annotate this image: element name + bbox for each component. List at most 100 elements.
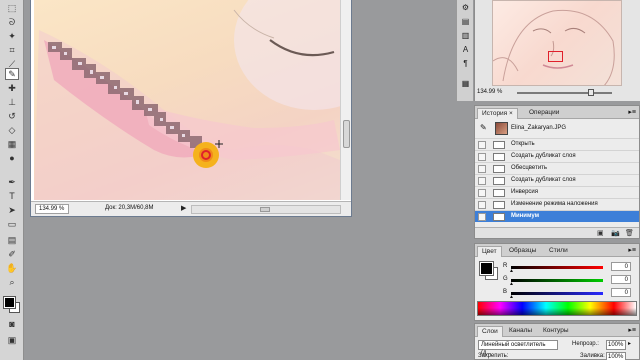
- blue-value-field[interactable]: 0: [611, 288, 631, 297]
- navigator-view-box[interactable]: [548, 51, 563, 62]
- opacity-field[interactable]: 100%: [606, 340, 626, 350]
- pen-icon[interactable]: ✒: [5, 176, 19, 188]
- slider-knob-icon[interactable]: ▲: [509, 294, 514, 300]
- history-step[interactable]: Создать дубликат слоя: [475, 150, 639, 162]
- vertical-scroll-thumb[interactable]: [343, 120, 350, 148]
- history-brush-icon[interactable]: ↺: [5, 110, 19, 122]
- new-document-from-state-icon[interactable]: ▣: [597, 229, 604, 237]
- tab-actions[interactable]: Операции: [525, 108, 563, 119]
- tab-paths[interactable]: Контуры: [539, 326, 573, 337]
- gradient-icon[interactable]: ▦: [5, 138, 19, 150]
- opacity-label: Непрозр.:: [572, 341, 599, 347]
- dock-button-6[interactable]: ▦: [460, 78, 471, 89]
- paragraph-panel-button[interactable]: ¶: [460, 58, 471, 69]
- close-icon[interactable]: ×: [509, 110, 513, 117]
- history-snapshot[interactable]: ✎ Elina_Zakaryan.JPG: [475, 120, 639, 137]
- red-value-field[interactable]: 0: [611, 262, 631, 271]
- type-icon[interactable]: T: [5, 190, 19, 202]
- history-checkbox[interactable]: [478, 165, 486, 173]
- panel-dock-strip: ⚙ ▤ ▥ A ¶ ▦: [456, 0, 473, 101]
- layers-panel: Слои Каналы Контуры ▸≡ Линейный осветлит…: [474, 323, 640, 360]
- lasso-icon[interactable]: ᘐ: [5, 16, 19, 28]
- history-footer: ▣ 📷 🗑: [475, 227, 639, 238]
- history-step[interactable]: Создать дубликат слоя: [475, 174, 639, 186]
- red-slider[interactable]: [511, 266, 603, 269]
- slider-knob-icon[interactable]: ▲: [509, 268, 514, 274]
- new-snapshot-icon[interactable]: 📷: [611, 229, 620, 237]
- history-step-icon: [493, 213, 505, 221]
- dodge-icon[interactable]: ●: [5, 152, 19, 164]
- path-select-icon[interactable]: ➤: [5, 204, 19, 216]
- history-step-label: Создать дубликат слоя: [511, 153, 576, 159]
- tab-history[interactable]: История ×: [477, 108, 518, 119]
- history-step[interactable]: Инверсия: [475, 186, 639, 198]
- green-slider[interactable]: [511, 279, 603, 282]
- horizontal-scroll-thumb[interactable]: [260, 207, 270, 212]
- history-checkbox[interactable]: [478, 153, 486, 161]
- quick-mask-icon[interactable]: ◙: [5, 318, 19, 330]
- image-canvas[interactable]: [34, 0, 340, 200]
- dock-button-3[interactable]: ▥: [460, 30, 471, 41]
- navigator-thumbnail[interactable]: [492, 0, 622, 86]
- panel-menu-icon[interactable]: ▸≡: [628, 326, 636, 334]
- healing-brush-icon[interactable]: ✚: [5, 82, 19, 94]
- trash-icon[interactable]: 🗑: [625, 229, 634, 237]
- color-foreground-swatch[interactable]: [479, 261, 494, 276]
- eyedropper-icon[interactable]: ✐: [5, 248, 19, 260]
- color-spectrum-ramp[interactable]: [477, 301, 637, 316]
- horizontal-scrollbar[interactable]: [191, 205, 341, 214]
- notes-icon[interactable]: ▤: [5, 234, 19, 246]
- history-brush-source-icon[interactable]: ✎: [480, 123, 487, 132]
- foreground-color-swatch[interactable]: [3, 296, 16, 309]
- document-window: 134.99 % Док: 20,3M/60,8M ▶: [30, 0, 352, 217]
- eraser-icon[interactable]: ◇: [5, 124, 19, 136]
- screen-mode-icon[interactable]: ▣: [5, 334, 19, 346]
- green-value-field[interactable]: 0: [611, 275, 631, 284]
- marquee-icon[interactable]: ⬚: [5, 2, 19, 14]
- history-panel: История × Операции ▸≡ ✎ Elina_Zakaryan.J…: [474, 105, 640, 239]
- magic-wand-icon[interactable]: ✦: [5, 30, 19, 42]
- dock-button-1[interactable]: ⚙: [460, 2, 471, 13]
- navigator-image: [493, 9, 615, 85]
- history-step[interactable]: Обесцветить: [475, 162, 639, 174]
- navigator-zoom-slider[interactable]: [517, 89, 612, 96]
- panel-menu-icon[interactable]: ▸≡: [628, 246, 636, 254]
- panel-menu-icon[interactable]: ▸≡: [628, 108, 636, 116]
- tab-styles[interactable]: Стили: [545, 246, 572, 257]
- history-step[interactable]: Открыть: [475, 138, 639, 150]
- history-step[interactable]: Изменение режима наложения: [475, 198, 639, 210]
- tab-layers[interactable]: Слои: [477, 326, 503, 337]
- character-panel-button[interactable]: A: [460, 44, 471, 55]
- shape-icon[interactable]: ▭: [5, 218, 19, 230]
- vertical-scrollbar[interactable]: [340, 0, 351, 200]
- blend-mode-select[interactable]: Линейный осветлитель (д...: [478, 340, 558, 356]
- history-checkbox[interactable]: [478, 189, 486, 197]
- navigator-zoom-value[interactable]: 134.99 %: [477, 89, 502, 95]
- tab-channels[interactable]: Каналы: [505, 326, 536, 337]
- slider-knob-icon[interactable]: ▲: [509, 281, 514, 287]
- history-step-label: Минимум: [511, 213, 540, 219]
- fill-field[interactable]: 100%: [606, 352, 626, 360]
- zoom-icon[interactable]: ⌕: [5, 276, 19, 288]
- blue-slider[interactable]: [511, 292, 603, 295]
- navigator-zoom-knob[interactable]: [588, 89, 594, 96]
- hand-icon[interactable]: ✋: [5, 262, 19, 274]
- opacity-arrow-icon[interactable]: ▸: [628, 340, 631, 347]
- status-menu-arrow-icon[interactable]: ▶: [181, 204, 186, 212]
- document-zoom-field[interactable]: 134.99 %: [35, 204, 69, 214]
- history-checkbox[interactable]: [478, 213, 486, 221]
- history-checkbox[interactable]: [478, 201, 486, 209]
- history-checkbox[interactable]: [478, 177, 486, 185]
- brush-icon[interactable]: ✎: [5, 68, 19, 80]
- clone-stamp-icon[interactable]: ⊥: [5, 96, 19, 108]
- color-tabbar: Цвет Образцы Стили ▸≡: [475, 244, 639, 257]
- history-step-label: Создать дубликат слоя: [511, 177, 576, 183]
- color-row-g: G ▲ 0: [503, 275, 633, 287]
- crop-icon[interactable]: ⌗: [5, 44, 19, 56]
- dock-button-2[interactable]: ▤: [460, 16, 471, 27]
- history-checkbox[interactable]: [478, 141, 486, 149]
- channel-label: R: [503, 263, 508, 269]
- history-step-selected[interactable]: Минимум: [475, 210, 639, 222]
- tab-swatches[interactable]: Образцы: [505, 246, 540, 257]
- tab-color[interactable]: Цвет: [477, 246, 502, 257]
